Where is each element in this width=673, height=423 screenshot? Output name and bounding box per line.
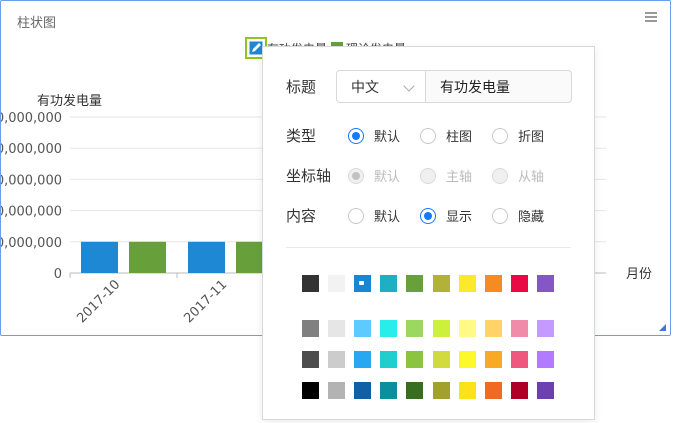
radio-circle-icon [492, 167, 508, 184]
resize-handle-icon[interactable] [659, 324, 666, 331]
content-radio-2[interactable]: 显示 [420, 206, 492, 225]
axis-label: 坐标轴 [286, 167, 332, 185]
type-radio-label: 柱图 [446, 130, 473, 145]
x-tick-label: 2017-10 [74, 277, 123, 326]
y-tick-label: 0 [54, 267, 62, 282]
type-radio-label: 默认 [374, 130, 401, 145]
radio-circle-icon [348, 207, 364, 224]
color-swatch[interactable] [380, 382, 398, 399]
color-swatch[interactable] [536, 320, 554, 337]
color-swatch[interactable] [432, 320, 450, 337]
color-swatch[interactable] [406, 275, 424, 292]
color-swatch[interactable] [536, 382, 554, 399]
color-swatch[interactable] [302, 275, 319, 292]
y-tick-label: 0,000,000 [1, 111, 62, 126]
language-select-value: 中文 [351, 79, 379, 96]
color-swatch[interactable] [484, 275, 502, 292]
axis-radio-1: 默认 [348, 166, 420, 185]
content-radio-1[interactable]: 默认 [348, 206, 420, 225]
color-swatch[interactable] [302, 351, 319, 368]
bar-active-power[interactable] [81, 241, 118, 273]
type-radio-1[interactable]: 默认 [348, 126, 420, 145]
color-swatch[interactable] [484, 382, 502, 399]
title-input[interactable]: 有功发电量 [426, 70, 572, 103]
type-row: 类型 默认 柱图 折图 [286, 125, 552, 146]
radio-circle-icon [492, 127, 508, 144]
color-swatch[interactable] [328, 320, 346, 337]
color-swatch[interactable] [302, 320, 319, 337]
series-settings-popup: 标题 中文 有功发电量 类型 默认 柱图 折图 坐标轴 默认 主轴 从轴 内容 默认 显示… [262, 46, 595, 420]
color-swatch[interactable] [458, 351, 476, 368]
content-radio-3[interactable]: 隐藏 [492, 206, 552, 225]
color-swatch[interactable] [510, 382, 528, 399]
color-swatch[interactable] [458, 320, 476, 337]
chevron-down-icon [403, 80, 415, 92]
content-radio-label: 默认 [374, 210, 401, 225]
bar-active-power[interactable] [188, 241, 225, 273]
color-swatch[interactable] [354, 382, 372, 399]
color-swatch[interactable] [536, 351, 554, 368]
axis-radio-label: 主轴 [446, 170, 473, 185]
color-swatch[interactable] [354, 275, 372, 292]
radio-circle-icon [492, 207, 508, 224]
bar-theoretical-power[interactable] [129, 241, 166, 273]
axis-radio-3: 从轴 [492, 166, 552, 185]
content-radio-label: 显示 [446, 210, 473, 225]
color-swatch[interactable] [458, 382, 476, 399]
y-tick-label: 0,000,000 [1, 205, 62, 220]
color-swatch[interactable] [432, 275, 450, 292]
color-swatch[interactable] [484, 351, 502, 368]
color-swatch[interactable] [510, 320, 528, 337]
y-tick-label: 0,000,000 [1, 173, 62, 188]
language-select[interactable]: 中文 [336, 70, 426, 103]
radio-circle-icon [420, 167, 436, 184]
y-tick-label: 0,000,000 [1, 142, 62, 157]
color-swatch[interactable] [328, 351, 346, 368]
color-swatch[interactable] [354, 351, 372, 368]
radio-circle-icon [420, 207, 436, 224]
title-input-value: 有功发电量 [440, 79, 510, 96]
color-swatch[interactable] [380, 351, 398, 368]
color-swatch[interactable] [432, 351, 450, 368]
color-swatch[interactable] [406, 320, 424, 337]
color-swatch[interactable] [380, 320, 398, 337]
content-radio-label: 隐藏 [518, 210, 545, 225]
title-label: 标题 [286, 78, 317, 96]
radio-circle-icon [348, 167, 364, 184]
color-swatch[interactable] [536, 275, 554, 292]
color-swatch[interactable] [380, 275, 398, 292]
axis-radio-label: 默认 [374, 170, 401, 185]
axis-radio-2: 主轴 [420, 166, 492, 185]
radio-circle-icon [420, 127, 436, 144]
color-swatch[interactable] [406, 382, 424, 399]
color-swatch[interactable] [432, 382, 450, 399]
divider [286, 247, 571, 248]
content-row: 内容 默认 显示 隐藏 [286, 205, 552, 226]
axis-row: 坐标轴 默认 主轴 从轴 [286, 165, 552, 186]
title-row: 标题 中文 有功发电量 [286, 70, 572, 103]
type-label: 类型 [286, 127, 317, 145]
color-swatch[interactable] [406, 351, 424, 368]
color-swatch[interactable] [328, 275, 346, 292]
color-swatch[interactable] [510, 351, 528, 368]
radio-circle-icon [348, 127, 364, 144]
type-radio-3[interactable]: 折图 [492, 126, 552, 145]
x-axis-title: 月份 [626, 267, 652, 282]
color-swatch[interactable] [484, 320, 502, 337]
color-swatch[interactable] [510, 275, 528, 292]
type-radio-2[interactable]: 柱图 [420, 126, 492, 145]
type-radio-label: 折图 [518, 130, 545, 145]
color-swatch[interactable] [354, 320, 372, 337]
color-swatch[interactable] [458, 275, 476, 292]
x-tick-label: 2017-11 [181, 277, 230, 326]
color-swatch[interactable] [328, 382, 346, 399]
color-swatch[interactable] [302, 382, 319, 399]
y-tick-label: 0,000,000 [1, 236, 62, 251]
content-label: 内容 [286, 207, 317, 225]
axis-radio-label: 从轴 [518, 170, 545, 185]
